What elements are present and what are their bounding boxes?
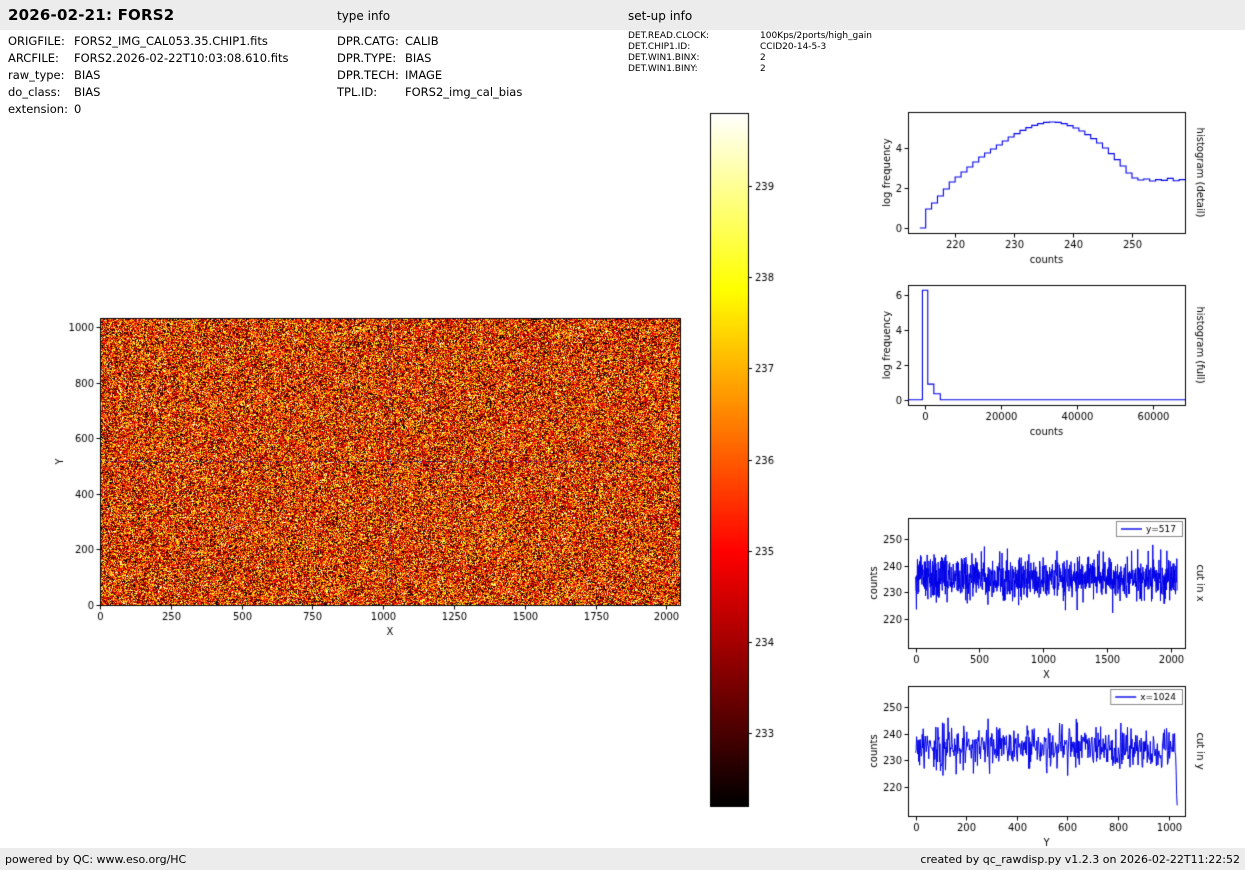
meta-label: ARCFILE:	[8, 51, 59, 65]
meta-value: FORS2.2026-02-22T10:03:08.610.fits	[74, 51, 289, 65]
file-info-block: ORIGFILE: FORS2_IMG_CAL053.35.CHIP1.fits …	[8, 33, 288, 118]
meta-value: 100Kps/2ports/high_gain	[760, 31, 872, 41]
meta-row-dprtype: DPR.TYPE: BIAS	[337, 50, 522, 67]
meta-row-origfile: ORIGFILE: FORS2_IMG_CAL053.35.CHIP1.fits	[8, 33, 288, 50]
qc-report-page: 2026-02-21: FORS2 type info set-up info …	[0, 0, 1245, 870]
meta-row-readclock: DET.READ.CLOCK: 100Kps/2ports/high_gain	[628, 31, 872, 42]
meta-row-rawtype: raw_type: BIAS	[8, 67, 288, 84]
meta-value: FORS2_img_cal_bias	[405, 85, 523, 99]
meta-value: 0	[74, 102, 82, 116]
meta-value: FORS2_IMG_CAL053.35.CHIP1.fits	[74, 34, 268, 48]
meta-label: DET.WIN1.BINX:	[628, 53, 700, 63]
meta-row-dprtech: DPR.TECH: IMAGE	[337, 67, 522, 84]
meta-value: 2	[760, 64, 766, 74]
meta-label: DET.READ.CLOCK:	[628, 31, 710, 41]
meta-value: 2	[760, 53, 766, 63]
cut-in-y-plot	[870, 673, 1205, 848]
meta-label: TPL.ID:	[337, 85, 378, 99]
meta-row-arcfile: ARCFILE: FORS2.2026-02-22T10:03:08.610.fi…	[8, 50, 288, 67]
meta-row-chipid: DET.CHIP1.ID: CCID20-14-5-3	[628, 42, 872, 53]
meta-value: CCID20-14-5-3	[760, 42, 827, 52]
meta-value: BIAS	[74, 85, 101, 99]
meta-label: DET.CHIP1.ID:	[628, 42, 691, 52]
bias-image-plot	[30, 295, 710, 660]
header-bar: 2026-02-21: FORS2 type info set-up info	[0, 0, 1245, 30]
meta-value: CALIB	[405, 34, 439, 48]
colorbar	[700, 105, 800, 820]
meta-label: extension:	[8, 102, 68, 116]
meta-label: raw_type:	[8, 68, 65, 82]
meta-row-doclass: do_class: BIAS	[8, 84, 288, 101]
meta-row-binx: DET.WIN1.BINX: 2	[628, 53, 872, 64]
meta-label: DPR.CATG:	[337, 34, 399, 48]
meta-value: BIAS	[74, 68, 101, 82]
setup-info-heading: set-up info	[628, 9, 693, 23]
meta-row-biny: DET.WIN1.BINY: 2	[628, 64, 872, 75]
footer-bar: powered by QC: www.eso.org/HC created by…	[0, 848, 1245, 870]
cut-in-x-plot	[870, 505, 1205, 690]
meta-label: ORIGFILE:	[8, 34, 65, 48]
histogram-full-plot	[870, 272, 1205, 452]
meta-row-tplid: TPL.ID: FORS2_img_cal_bias	[337, 84, 522, 101]
meta-label: DPR.TECH:	[337, 68, 399, 82]
page-title: 2026-02-21: FORS2	[8, 6, 175, 24]
meta-label: DPR.TYPE:	[337, 51, 397, 65]
footer-credit-left: powered by QC: www.eso.org/HC	[5, 852, 187, 866]
meta-row-dprcatg: DPR.CATG: CALIB	[337, 33, 522, 50]
type-info-heading: type info	[337, 9, 391, 23]
setup-info-block: DET.READ.CLOCK: 100Kps/2ports/high_gain D…	[628, 31, 872, 75]
meta-row-extension: extension: 0	[8, 101, 288, 118]
meta-value: IMAGE	[405, 68, 443, 82]
histogram-detail-plot	[870, 100, 1205, 280]
footer-credit-right: created by qc_rawdisp.py v1.2.3 on 2026-…	[920, 852, 1240, 866]
meta-label: DET.WIN1.BINY:	[628, 64, 698, 74]
meta-label: do_class:	[8, 85, 61, 99]
meta-value: BIAS	[405, 51, 432, 65]
type-info-block: DPR.CATG: CALIB DPR.TYPE: BIAS DPR.TECH: IM…	[337, 33, 522, 101]
